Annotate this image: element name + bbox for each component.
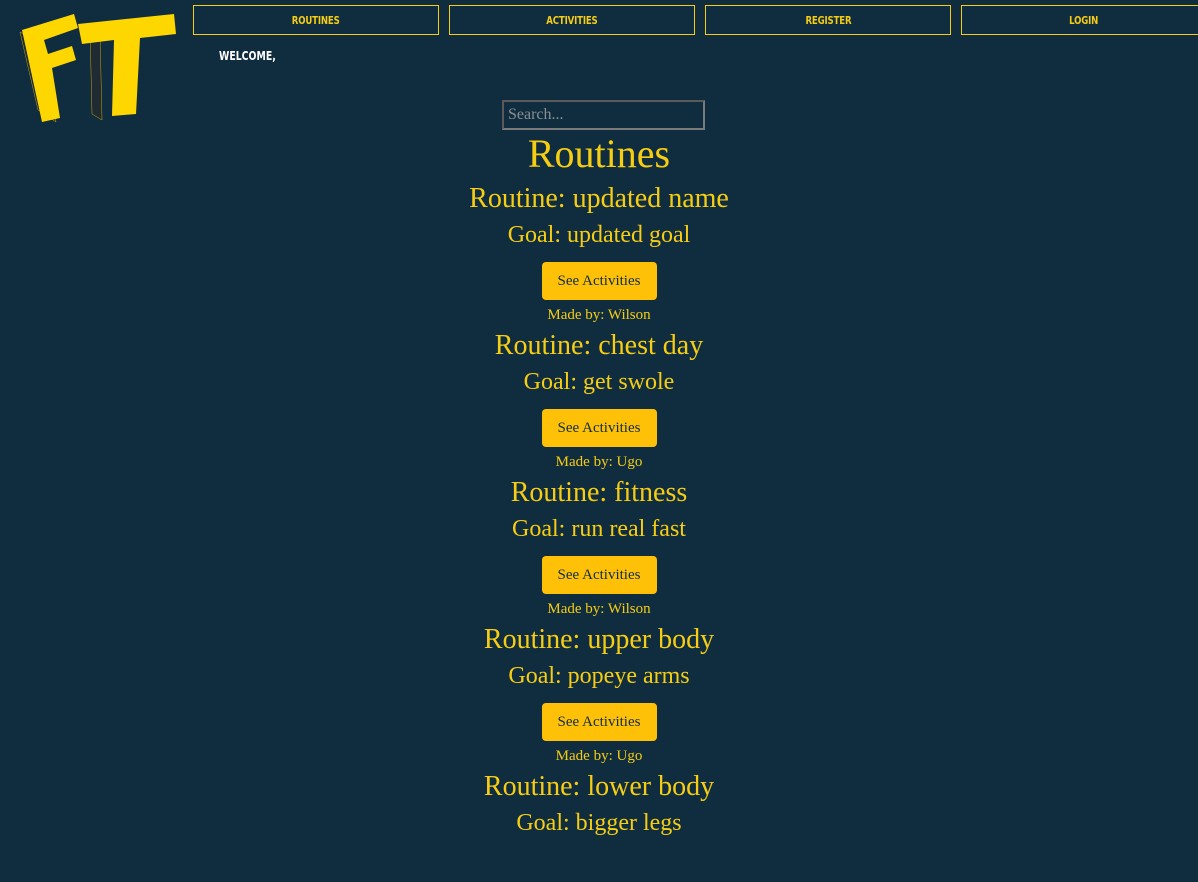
- routine-author: Made by: Wilson: [547, 307, 651, 323]
- routine-name: Routine: upper body: [483, 624, 715, 655]
- ft-logo-icon: [18, 10, 180, 125]
- nav-register-button[interactable]: REGISTER: [705, 5, 951, 35]
- routine-author: Made by: Ugo: [555, 454, 643, 470]
- top-nav: ROUTINES ACTIVITIES REGISTER LOGIN: [193, 5, 1198, 37]
- routine-card: Routine: upper body Goal: popeye arms Se…: [0, 623, 1198, 766]
- routines-list: Routines Routine: updated name Goal: upd…: [0, 130, 1198, 850]
- welcome-text: WELCOME,: [219, 49, 276, 63]
- routine-goal: Goal: popeye arms: [508, 663, 690, 689]
- routine-goal: Goal: get swole: [523, 369, 675, 395]
- routine-author: Made by: Ugo: [555, 748, 643, 764]
- see-activities-button[interactable]: See Activities: [541, 262, 657, 300]
- see-activities-button[interactable]: See Activities: [541, 703, 657, 741]
- nav-routines-label: ROUTINES: [292, 13, 340, 27]
- nav-routines-button[interactable]: ROUTINES: [193, 5, 439, 35]
- routine-name: Routine: lower body: [483, 771, 715, 802]
- routine-card: Routine: fitness Goal: run real fast See…: [0, 476, 1198, 619]
- routine-goal: Goal: updated goal: [507, 222, 691, 248]
- routine-card: Routine: lower body Goal: bigger legs: [0, 770, 1198, 838]
- routine-name: Routine: fitness: [510, 477, 688, 508]
- search-input[interactable]: [502, 100, 705, 130]
- see-activities-button[interactable]: See Activities: [541, 409, 657, 447]
- routine-goal: Goal: bigger legs: [516, 810, 682, 836]
- routine-goal: Goal: run real fast: [512, 516, 686, 542]
- nav-activities-label: ACTIVITIES: [546, 13, 598, 27]
- nav-login-label: LOGIN: [1069, 13, 1099, 27]
- nav-login-button[interactable]: LOGIN: [961, 5, 1198, 35]
- routine-name: Routine: updated name: [469, 183, 729, 214]
- nav-activities-button[interactable]: ACTIVITIES: [449, 5, 695, 35]
- routine-author: Made by: Wilson: [547, 601, 651, 617]
- routine-card: Routine: chest day Goal: get swole See A…: [0, 329, 1198, 472]
- routine-card: Routine: updated name Goal: updated goal…: [0, 182, 1198, 325]
- see-activities-button[interactable]: See Activities: [541, 556, 657, 594]
- page-title: Routines: [527, 131, 671, 176]
- nav-register-label: REGISTER: [805, 13, 851, 27]
- routine-name: Routine: chest day: [494, 330, 704, 361]
